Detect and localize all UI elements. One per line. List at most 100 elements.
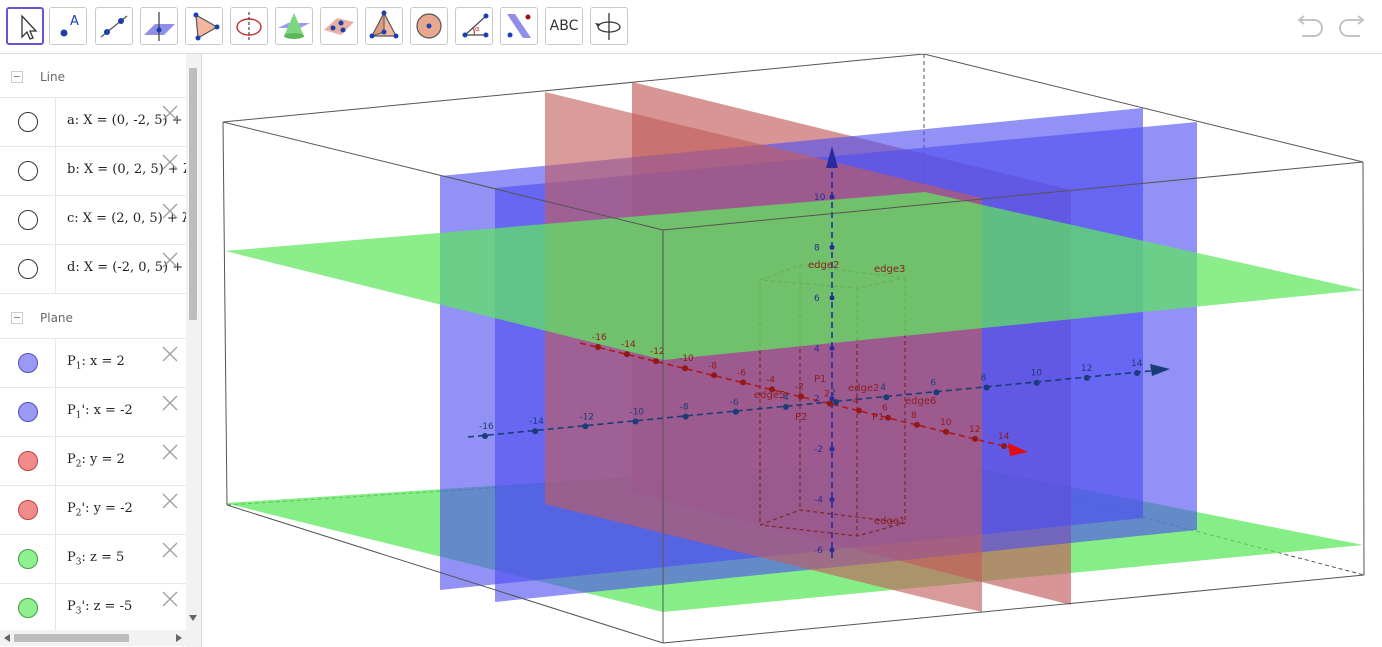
visibility-toggle[interactable] bbox=[18, 112, 38, 132]
axis-tick bbox=[595, 344, 601, 350]
rotate-view-icon bbox=[595, 13, 621, 40]
axis-tick bbox=[711, 372, 717, 379]
scrollbar-thumb[interactable] bbox=[14, 634, 129, 642]
plane-definition: P2': y = -2 bbox=[67, 501, 133, 519]
collapse-icon[interactable] bbox=[11, 71, 23, 83]
perpendicular-tool-button[interactable] bbox=[140, 7, 178, 45]
algebra-view: Line a: X = (0, -2, 5) + λ (1, 0, 0) b: … bbox=[0, 54, 202, 647]
visibility-toggle[interactable] bbox=[18, 210, 38, 230]
axis-tick-label: -10 bbox=[679, 354, 694, 364]
algebra-row-p1-prime[interactable]: P1': x = -2 bbox=[0, 388, 186, 437]
visibility-toggle[interactable] bbox=[18, 500, 38, 520]
visibility-toggle[interactable] bbox=[18, 161, 38, 181]
visibility-toggle[interactable] bbox=[18, 259, 38, 279]
axis-tick-label: -6 bbox=[737, 368, 746, 378]
close-icon[interactable] bbox=[161, 345, 179, 363]
axis-tick-label: -16 bbox=[592, 333, 607, 343]
axis-tick bbox=[829, 345, 835, 351]
close-icon[interactable] bbox=[161, 492, 179, 510]
axis-tick bbox=[798, 393, 804, 400]
algebra-row-p3[interactable]: P3: z = 5 bbox=[0, 535, 186, 584]
pyramid-tool-button[interactable] bbox=[365, 7, 403, 45]
line-tool-button[interactable] bbox=[95, 7, 133, 45]
rotate-view-tool-button[interactable] bbox=[590, 7, 628, 45]
algebra-row-p2-prime[interactable]: P2': y = -2 bbox=[0, 486, 186, 535]
axis-tick bbox=[624, 351, 630, 358]
circle-axis-tool-button[interactable] bbox=[230, 7, 268, 45]
algebra-row-b[interactable]: b: X = (0, 2, 5) + λ (1, 0, 0) bbox=[0, 147, 186, 196]
point-tool-button[interactable]: A bbox=[49, 7, 87, 45]
angle-icon: α bbox=[462, 13, 489, 38]
close-icon[interactable] bbox=[161, 541, 179, 559]
vertical-scrollbar[interactable] bbox=[186, 54, 201, 647]
axis-tick-label: 14 bbox=[998, 432, 1010, 442]
close-icon[interactable] bbox=[161, 443, 179, 461]
axis-tick-label: 8 bbox=[911, 411, 917, 421]
algebra-row-a[interactable]: a: X = (0, -2, 5) + λ (1, 0, 0) bbox=[0, 98, 186, 147]
visibility-toggle[interactable] bbox=[18, 598, 38, 618]
group-header-line[interactable]: Line bbox=[0, 57, 186, 98]
scene-3d[interactable]: -16 -14 -12 -10 -8 -6 -4 2 4 6 8 10 12 14 -16 -14 -12 -1… bbox=[202, 54, 1382, 647]
algebra-row-d[interactable]: d: X = (-2, 0, 5) + λ (0, 1, 0) bbox=[0, 245, 186, 294]
horizontal-scrollbar[interactable] bbox=[0, 630, 186, 646]
text-icon: ABC bbox=[549, 18, 579, 34]
collapse-icon[interactable] bbox=[11, 312, 23, 324]
edge-label: edge5 bbox=[754, 390, 785, 401]
edge-label: edge2 bbox=[848, 383, 879, 394]
scrollbar-thumb[interactable] bbox=[189, 68, 197, 320]
axis-tick-label: -6 bbox=[730, 398, 739, 408]
visibility-toggle[interactable] bbox=[18, 353, 38, 373]
algebra-row-c[interactable]: c: X = (2, 0, 5) + λ (0, 1, 0) bbox=[0, 196, 186, 245]
close-icon[interactable] bbox=[161, 153, 179, 171]
visibility-toggle[interactable] bbox=[18, 549, 38, 569]
graphics-3d-view[interactable]: -16 -14 -12 -10 -8 -6 -4 2 4 6 8 10 12 14 -16 -14 -12 -1… bbox=[202, 54, 1382, 647]
axis-tick bbox=[1134, 370, 1140, 376]
axis-tick bbox=[883, 394, 890, 401]
polygon-tool-button[interactable] bbox=[185, 7, 223, 45]
close-icon[interactable] bbox=[161, 394, 179, 412]
axis-tick-label: -10 bbox=[629, 407, 644, 417]
edge-label: edge1 bbox=[874, 516, 905, 527]
angle-tool-button[interactable]: α bbox=[455, 7, 493, 45]
close-icon[interactable] bbox=[161, 104, 179, 122]
algebra-row-p3-prime[interactable]: P3': z = -5 bbox=[0, 584, 186, 633]
axis-tick bbox=[856, 407, 862, 414]
plane-label: P1 bbox=[872, 412, 884, 423]
axis-tick-label: -8 bbox=[680, 403, 689, 413]
visibility-toggle[interactable] bbox=[18, 451, 38, 471]
intersect-tool-button[interactable] bbox=[275, 7, 313, 45]
plane-tool-button[interactable] bbox=[320, 7, 358, 45]
toolbar: A α ABC bbox=[0, 0, 1382, 54]
axis-tick bbox=[829, 244, 835, 250]
axis-tick-label: 6 bbox=[930, 378, 936, 388]
axis-tick-label: -14 bbox=[529, 417, 544, 427]
move-tool-button[interactable] bbox=[6, 7, 44, 45]
axis-tick-label: -4 bbox=[814, 496, 823, 506]
scroll-down-icon[interactable] bbox=[189, 615, 197, 621]
algebra-row-p2[interactable]: P2: y = 2 bbox=[0, 437, 186, 486]
close-icon[interactable] bbox=[161, 251, 179, 269]
redo-icon[interactable] bbox=[1334, 12, 1366, 40]
axis-tick bbox=[582, 423, 589, 430]
text-tool-button[interactable]: ABC bbox=[545, 7, 583, 45]
undo-icon[interactable] bbox=[1296, 12, 1328, 40]
point-tool-label: A bbox=[70, 14, 79, 29]
axis-tick-label: 14 bbox=[1131, 359, 1143, 369]
scroll-right-icon[interactable] bbox=[176, 634, 182, 642]
close-icon[interactable] bbox=[161, 202, 179, 220]
axis-tick bbox=[829, 497, 835, 503]
perpendicular-line-icon bbox=[144, 12, 175, 41]
axis-tick-label: -14 bbox=[621, 340, 636, 350]
scroll-left-icon[interactable] bbox=[4, 634, 10, 642]
visibility-toggle[interactable] bbox=[18, 402, 38, 422]
edge-label: edge6 bbox=[905, 396, 936, 407]
plane-label: P2 bbox=[795, 412, 807, 423]
sphere-tool-button[interactable] bbox=[410, 7, 448, 45]
group-header-plane[interactable]: Plane bbox=[0, 298, 186, 339]
algebra-row-p1[interactable]: P1: x = 2 bbox=[0, 339, 186, 388]
axis-tick-label: 4 bbox=[814, 344, 820, 354]
line-icon bbox=[100, 15, 128, 38]
reflect-tool-button[interactable] bbox=[500, 7, 538, 45]
close-icon[interactable] bbox=[161, 590, 179, 608]
axis-tick bbox=[829, 547, 835, 553]
